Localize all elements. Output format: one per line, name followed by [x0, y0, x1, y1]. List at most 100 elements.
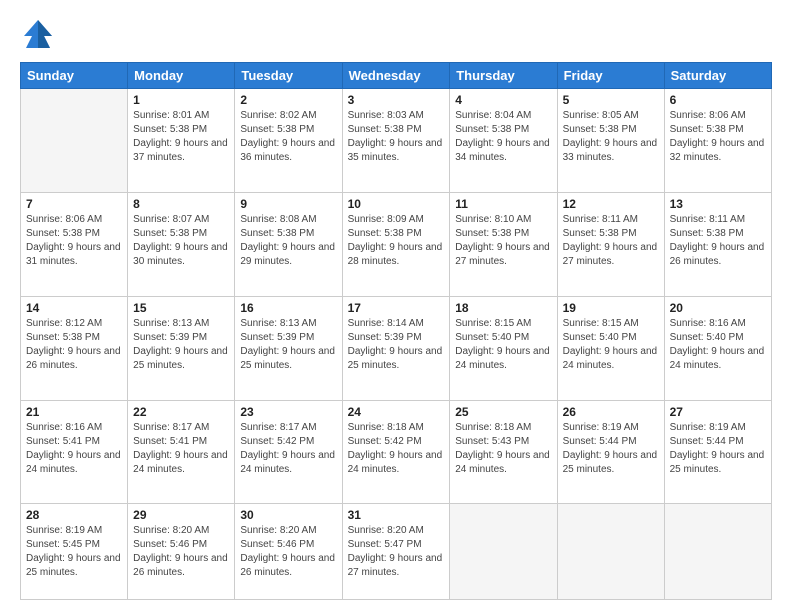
day-number: 19 [563, 301, 659, 315]
day-info: Sunrise: 8:13 AMSunset: 5:39 PMDaylight:… [240, 317, 336, 373]
day-info: Sunrise: 8:13 AMSunset: 5:39 PMDaylight:… [133, 317, 229, 373]
week-row: 28 Sunrise: 8:19 AMSunset: 5:45 PMDayligh… [21, 504, 772, 600]
day-info: Sunrise: 8:20 AMSunset: 5:47 PMDaylight:… [348, 524, 445, 580]
day-info: Sunrise: 8:12 AMSunset: 5:38 PMDaylight:… [26, 317, 122, 373]
day-number: 24 [348, 405, 445, 419]
calendar-cell: 12 Sunrise: 8:11 AMSunset: 5:38 PMDayligh… [557, 192, 664, 296]
calendar-cell [450, 504, 557, 600]
day-number: 31 [348, 508, 445, 522]
day-number: 18 [455, 301, 551, 315]
calendar-cell: 25 Sunrise: 8:18 AMSunset: 5:43 PMDayligh… [450, 400, 557, 504]
day-info: Sunrise: 8:20 AMSunset: 5:46 PMDaylight:… [240, 524, 336, 580]
calendar-cell: 18 Sunrise: 8:15 AMSunset: 5:40 PMDayligh… [450, 296, 557, 400]
day-number: 27 [670, 405, 766, 419]
week-row: 1 Sunrise: 8:01 AMSunset: 5:38 PMDaylight… [21, 89, 772, 193]
day-info: Sunrise: 8:06 AMSunset: 5:38 PMDaylight:… [670, 109, 766, 165]
day-number: 21 [26, 405, 122, 419]
day-number: 6 [670, 93, 766, 107]
day-info: Sunrise: 8:01 AMSunset: 5:38 PMDaylight:… [133, 109, 229, 165]
day-number: 1 [133, 93, 229, 107]
calendar-table: SundayMondayTuesdayWednesdayThursdayFrid… [20, 62, 772, 600]
weekday-header: Tuesday [235, 63, 342, 89]
day-info: Sunrise: 8:18 AMSunset: 5:43 PMDaylight:… [455, 421, 551, 477]
calendar-cell: 27 Sunrise: 8:19 AMSunset: 5:44 PMDayligh… [664, 400, 771, 504]
day-number: 29 [133, 508, 229, 522]
calendar-cell: 15 Sunrise: 8:13 AMSunset: 5:39 PMDayligh… [128, 296, 235, 400]
day-number: 25 [455, 405, 551, 419]
day-info: Sunrise: 8:03 AMSunset: 5:38 PMDaylight:… [348, 109, 445, 165]
calendar-cell: 24 Sunrise: 8:18 AMSunset: 5:42 PMDayligh… [342, 400, 450, 504]
day-number: 2 [240, 93, 336, 107]
day-number: 7 [26, 197, 122, 211]
day-info: Sunrise: 8:02 AMSunset: 5:38 PMDaylight:… [240, 109, 336, 165]
week-row: 14 Sunrise: 8:12 AMSunset: 5:38 PMDayligh… [21, 296, 772, 400]
day-info: Sunrise: 8:04 AMSunset: 5:38 PMDaylight:… [455, 109, 551, 165]
day-number: 8 [133, 197, 229, 211]
calendar-cell [21, 89, 128, 193]
day-info: Sunrise: 8:10 AMSunset: 5:38 PMDaylight:… [455, 213, 551, 269]
day-number: 20 [670, 301, 766, 315]
calendar-cell: 23Sunrise: 8:17 AMSunset: 5:42 PMDayligh… [235, 400, 342, 504]
day-info: Sunrise: 8:07 AMSunset: 5:38 PMDaylight:… [133, 213, 229, 269]
day-number: 3 [348, 93, 445, 107]
calendar-cell: 26 Sunrise: 8:19 AMSunset: 5:44 PMDayligh… [557, 400, 664, 504]
header [20, 16, 772, 52]
calendar-cell [664, 504, 771, 600]
day-number: 14 [26, 301, 122, 315]
day-number: 11 [455, 197, 551, 211]
day-number: 4 [455, 93, 551, 107]
day-number: 17 [348, 301, 445, 315]
day-number: 13 [670, 197, 766, 211]
calendar-cell: 28 Sunrise: 8:19 AMSunset: 5:45 PMDayligh… [21, 504, 128, 600]
calendar-cell: 22Sunrise: 8:17 AMSunset: 5:41 PMDayligh… [128, 400, 235, 504]
day-number: 15 [133, 301, 229, 315]
calendar-cell: 9Sunrise: 8:08 AMSunset: 5:38 PMDaylight… [235, 192, 342, 296]
day-info: Sunrise: 8:16 AMSunset: 5:41 PMDaylight:… [26, 421, 122, 477]
weekday-header: Friday [557, 63, 664, 89]
day-info: Sunrise: 8:19 AMSunset: 5:44 PMDaylight:… [670, 421, 766, 477]
day-info: Sunrise: 8:19 AMSunset: 5:44 PMDaylight:… [563, 421, 659, 477]
calendar-cell: 29 Sunrise: 8:20 AMSunset: 5:46 PMDayligh… [128, 504, 235, 600]
calendar-cell: 14 Sunrise: 8:12 AMSunset: 5:38 PMDayligh… [21, 296, 128, 400]
day-number: 28 [26, 508, 122, 522]
day-info: Sunrise: 8:05 AMSunset: 5:38 PMDaylight:… [563, 109, 659, 165]
day-number: 5 [563, 93, 659, 107]
calendar-cell: 4 Sunrise: 8:04 AMSunset: 5:38 PMDaylight… [450, 89, 557, 193]
weekday-header: Wednesday [342, 63, 450, 89]
calendar-cell [557, 504, 664, 600]
day-number: 23 [240, 405, 336, 419]
calendar-cell: 6 Sunrise: 8:06 AMSunset: 5:38 PMDaylight… [664, 89, 771, 193]
calendar-cell: 1 Sunrise: 8:01 AMSunset: 5:38 PMDaylight… [128, 89, 235, 193]
day-number: 12 [563, 197, 659, 211]
weekday-header-row: SundayMondayTuesdayWednesdayThursdayFrid… [21, 63, 772, 89]
page-container: SundayMondayTuesdayWednesdayThursdayFrid… [0, 0, 792, 612]
day-info: Sunrise: 8:08 AMSunset: 5:38 PMDaylight:… [240, 213, 336, 269]
calendar-cell: 8 Sunrise: 8:07 AMSunset: 5:38 PMDaylight… [128, 192, 235, 296]
day-info: Sunrise: 8:16 AMSunset: 5:40 PMDaylight:… [670, 317, 766, 373]
calendar-cell: 11 Sunrise: 8:10 AMSunset: 5:38 PMDayligh… [450, 192, 557, 296]
day-info: Sunrise: 8:19 AMSunset: 5:45 PMDaylight:… [26, 524, 122, 580]
day-info: Sunrise: 8:15 AMSunset: 5:40 PMDaylight:… [455, 317, 551, 373]
calendar-cell: 3 Sunrise: 8:03 AMSunset: 5:38 PMDaylight… [342, 89, 450, 193]
weekday-header: Monday [128, 63, 235, 89]
day-info: Sunrise: 8:14 AMSunset: 5:39 PMDaylight:… [348, 317, 445, 373]
calendar-cell: 13 Sunrise: 8:11 AMSunset: 5:38 PMDayligh… [664, 192, 771, 296]
weekday-header: Saturday [664, 63, 771, 89]
day-number: 26 [563, 405, 659, 419]
day-info: Sunrise: 8:11 AMSunset: 5:38 PMDaylight:… [670, 213, 766, 269]
day-number: 16 [240, 301, 336, 315]
weekday-header: Sunday [21, 63, 128, 89]
week-row: 21 Sunrise: 8:16 AMSunset: 5:41 PMDayligh… [21, 400, 772, 504]
day-number: 10 [348, 197, 445, 211]
week-row: 7Sunrise: 8:06 AMSunset: 5:38 PMDaylight… [21, 192, 772, 296]
day-info: Sunrise: 8:18 AMSunset: 5:42 PMDaylight:… [348, 421, 445, 477]
day-info: Sunrise: 8:20 AMSunset: 5:46 PMDaylight:… [133, 524, 229, 580]
day-info: Sunrise: 8:15 AMSunset: 5:40 PMDaylight:… [563, 317, 659, 373]
day-info: Sunrise: 8:11 AMSunset: 5:38 PMDaylight:… [563, 213, 659, 269]
calendar-cell: 7Sunrise: 8:06 AMSunset: 5:38 PMDaylight… [21, 192, 128, 296]
day-info: Sunrise: 8:09 AMSunset: 5:38 PMDaylight:… [348, 213, 445, 269]
day-info: Sunrise: 8:17 AMSunset: 5:41 PMDaylight:… [133, 421, 229, 477]
calendar-cell: 5 Sunrise: 8:05 AMSunset: 5:38 PMDaylight… [557, 89, 664, 193]
weekday-header: Thursday [450, 63, 557, 89]
calendar-cell: 20 Sunrise: 8:16 AMSunset: 5:40 PMDayligh… [664, 296, 771, 400]
